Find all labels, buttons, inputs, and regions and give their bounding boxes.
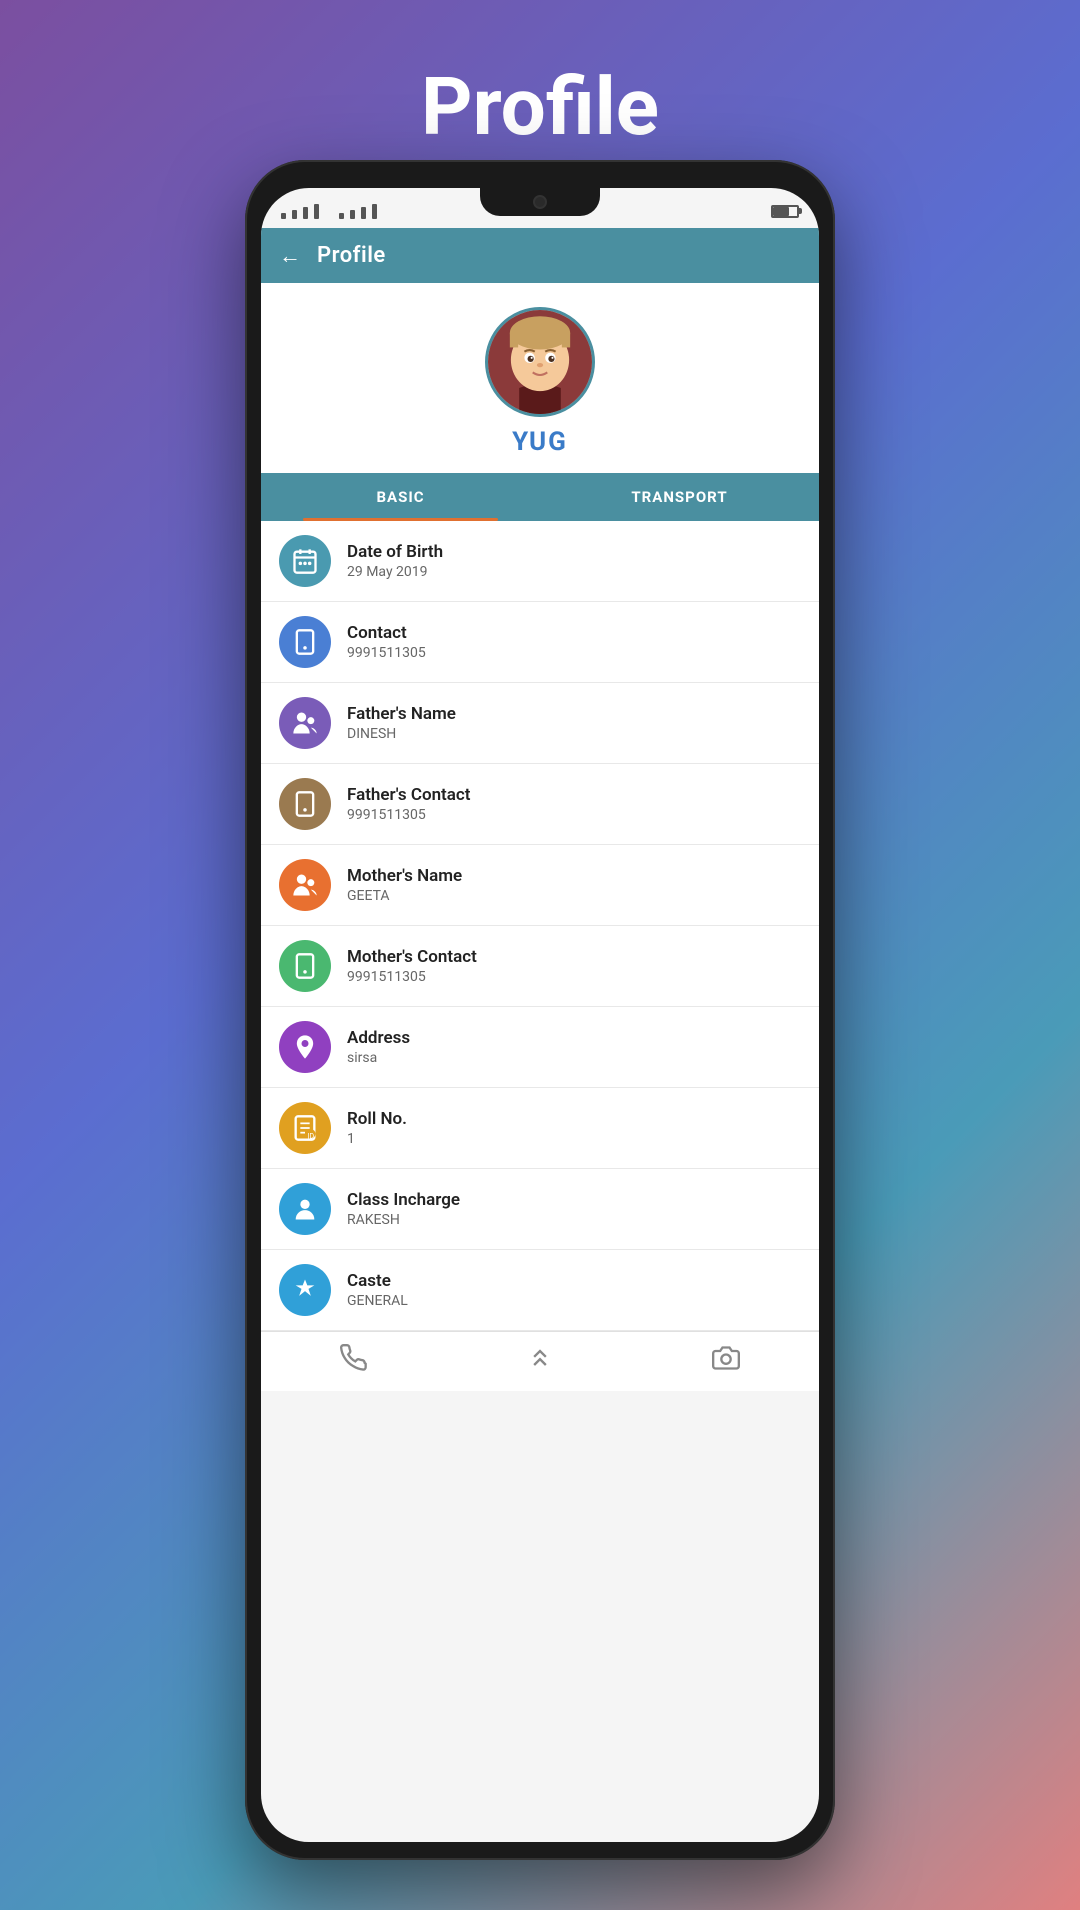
caste-text: Caste GENERAL: [347, 1271, 408, 1309]
info-item-address: Address sirsa: [261, 1007, 819, 1088]
battery-fill: [773, 207, 789, 216]
profile-section: YUG: [261, 283, 819, 473]
svg-text:ID: ID: [308, 1133, 315, 1141]
battery-icon: [771, 205, 799, 218]
mother-contact-label: Mother's Contact: [347, 947, 477, 967]
nav-phone-icon[interactable]: [340, 1344, 368, 1379]
avatar: [485, 307, 595, 417]
phone-screen: ← Profile: [261, 188, 819, 1842]
info-item-dob: Date of Birth 29 May 2019: [261, 521, 819, 602]
dob-icon: [279, 535, 331, 587]
signal-bar-2: [292, 210, 297, 219]
mother-contact-icon: [279, 940, 331, 992]
roll-no-text: Roll No. 1: [347, 1109, 407, 1147]
father-contact-icon: [279, 778, 331, 830]
info-item-father-contact: Father's Contact 9991511305: [261, 764, 819, 845]
nav-home-icon[interactable]: [526, 1344, 554, 1379]
roll-no-value: 1: [347, 1131, 407, 1147]
dob-value: 29 May 2019: [347, 564, 443, 580]
signal-icons: [281, 204, 377, 219]
caste-icon: [279, 1264, 331, 1316]
class-incharge-value: RAKESH: [347, 1212, 460, 1228]
caste-label: Caste: [347, 1271, 408, 1291]
page-title: Profile: [421, 60, 659, 154]
info-item-mother-contact: Mother's Contact 9991511305: [261, 926, 819, 1007]
address-label: Address: [347, 1028, 410, 1048]
header-title: Profile: [317, 243, 386, 268]
father-name-text: Father's Name DINESH: [347, 704, 456, 742]
father-name-value: DINESH: [347, 726, 456, 742]
signal-bar-7: [361, 207, 366, 219]
app-header: ← Profile: [261, 228, 819, 283]
info-item-roll-no: ID Roll No. 1: [261, 1088, 819, 1169]
info-item-caste: Caste GENERAL: [261, 1250, 819, 1331]
info-item-class-incharge: Class Incharge RAKESH: [261, 1169, 819, 1250]
father-contact-value: 9991511305: [347, 807, 470, 823]
signal-bar-5: [339, 213, 344, 219]
dob-label: Date of Birth: [347, 542, 443, 562]
phone-wrapper: ← Profile: [245, 160, 835, 1860]
back-button[interactable]: ←: [279, 243, 301, 269]
father-contact-label: Father's Contact: [347, 785, 470, 805]
address-text: Address sirsa: [347, 1028, 410, 1066]
student-name: YUG: [512, 427, 568, 457]
dob-text: Date of Birth 29 May 2019: [347, 542, 443, 580]
info-item-father-name: Father's Name DINESH: [261, 683, 819, 764]
mother-name-text: Mother's Name GEETA: [347, 866, 462, 904]
signal-bar-6: [350, 210, 355, 219]
class-incharge-label: Class Incharge: [347, 1190, 460, 1210]
signal-bar-3: [303, 207, 308, 219]
father-name-label: Father's Name: [347, 704, 456, 724]
bottom-nav: [261, 1331, 819, 1391]
phone-frame: ← Profile: [245, 160, 835, 1860]
contact-icon: [279, 616, 331, 668]
father-name-icon: [279, 697, 331, 749]
info-item-mother-name: Mother's Name GEETA: [261, 845, 819, 926]
father-contact-text: Father's Contact 9991511305: [347, 785, 470, 823]
mother-contact-text: Mother's Contact 9991511305: [347, 947, 477, 985]
roll-no-label: Roll No.: [347, 1109, 407, 1129]
signal-bar-4: [314, 204, 319, 219]
signal-bar-1: [281, 213, 286, 219]
tabs-bar: BASIC TRANSPORT: [261, 473, 819, 521]
tab-basic[interactable]: BASIC: [261, 473, 540, 521]
tab-transport[interactable]: TRANSPORT: [540, 473, 819, 521]
mother-contact-value: 9991511305: [347, 969, 477, 985]
notch: [480, 188, 600, 216]
address-icon: [279, 1021, 331, 1073]
caste-value: GENERAL: [347, 1293, 408, 1309]
camera-notch: [533, 195, 547, 209]
mother-name-label: Mother's Name: [347, 866, 462, 886]
signal-bar-8: [372, 204, 377, 219]
contact-label: Contact: [347, 623, 426, 643]
class-incharge-icon: [279, 1183, 331, 1235]
info-list: Date of Birth 29 May 2019 Contact 99: [261, 521, 819, 1331]
contact-value: 9991511305: [347, 645, 426, 661]
mother-name-icon: [279, 859, 331, 911]
class-incharge-text: Class Incharge RAKESH: [347, 1190, 460, 1228]
info-item-contact: Contact 9991511305: [261, 602, 819, 683]
address-value: sirsa: [347, 1050, 410, 1066]
nav-camera-icon[interactable]: [712, 1344, 740, 1379]
contact-text: Contact 9991511305: [347, 623, 426, 661]
mother-name-value: GEETA: [347, 888, 462, 904]
roll-no-icon: ID: [279, 1102, 331, 1154]
